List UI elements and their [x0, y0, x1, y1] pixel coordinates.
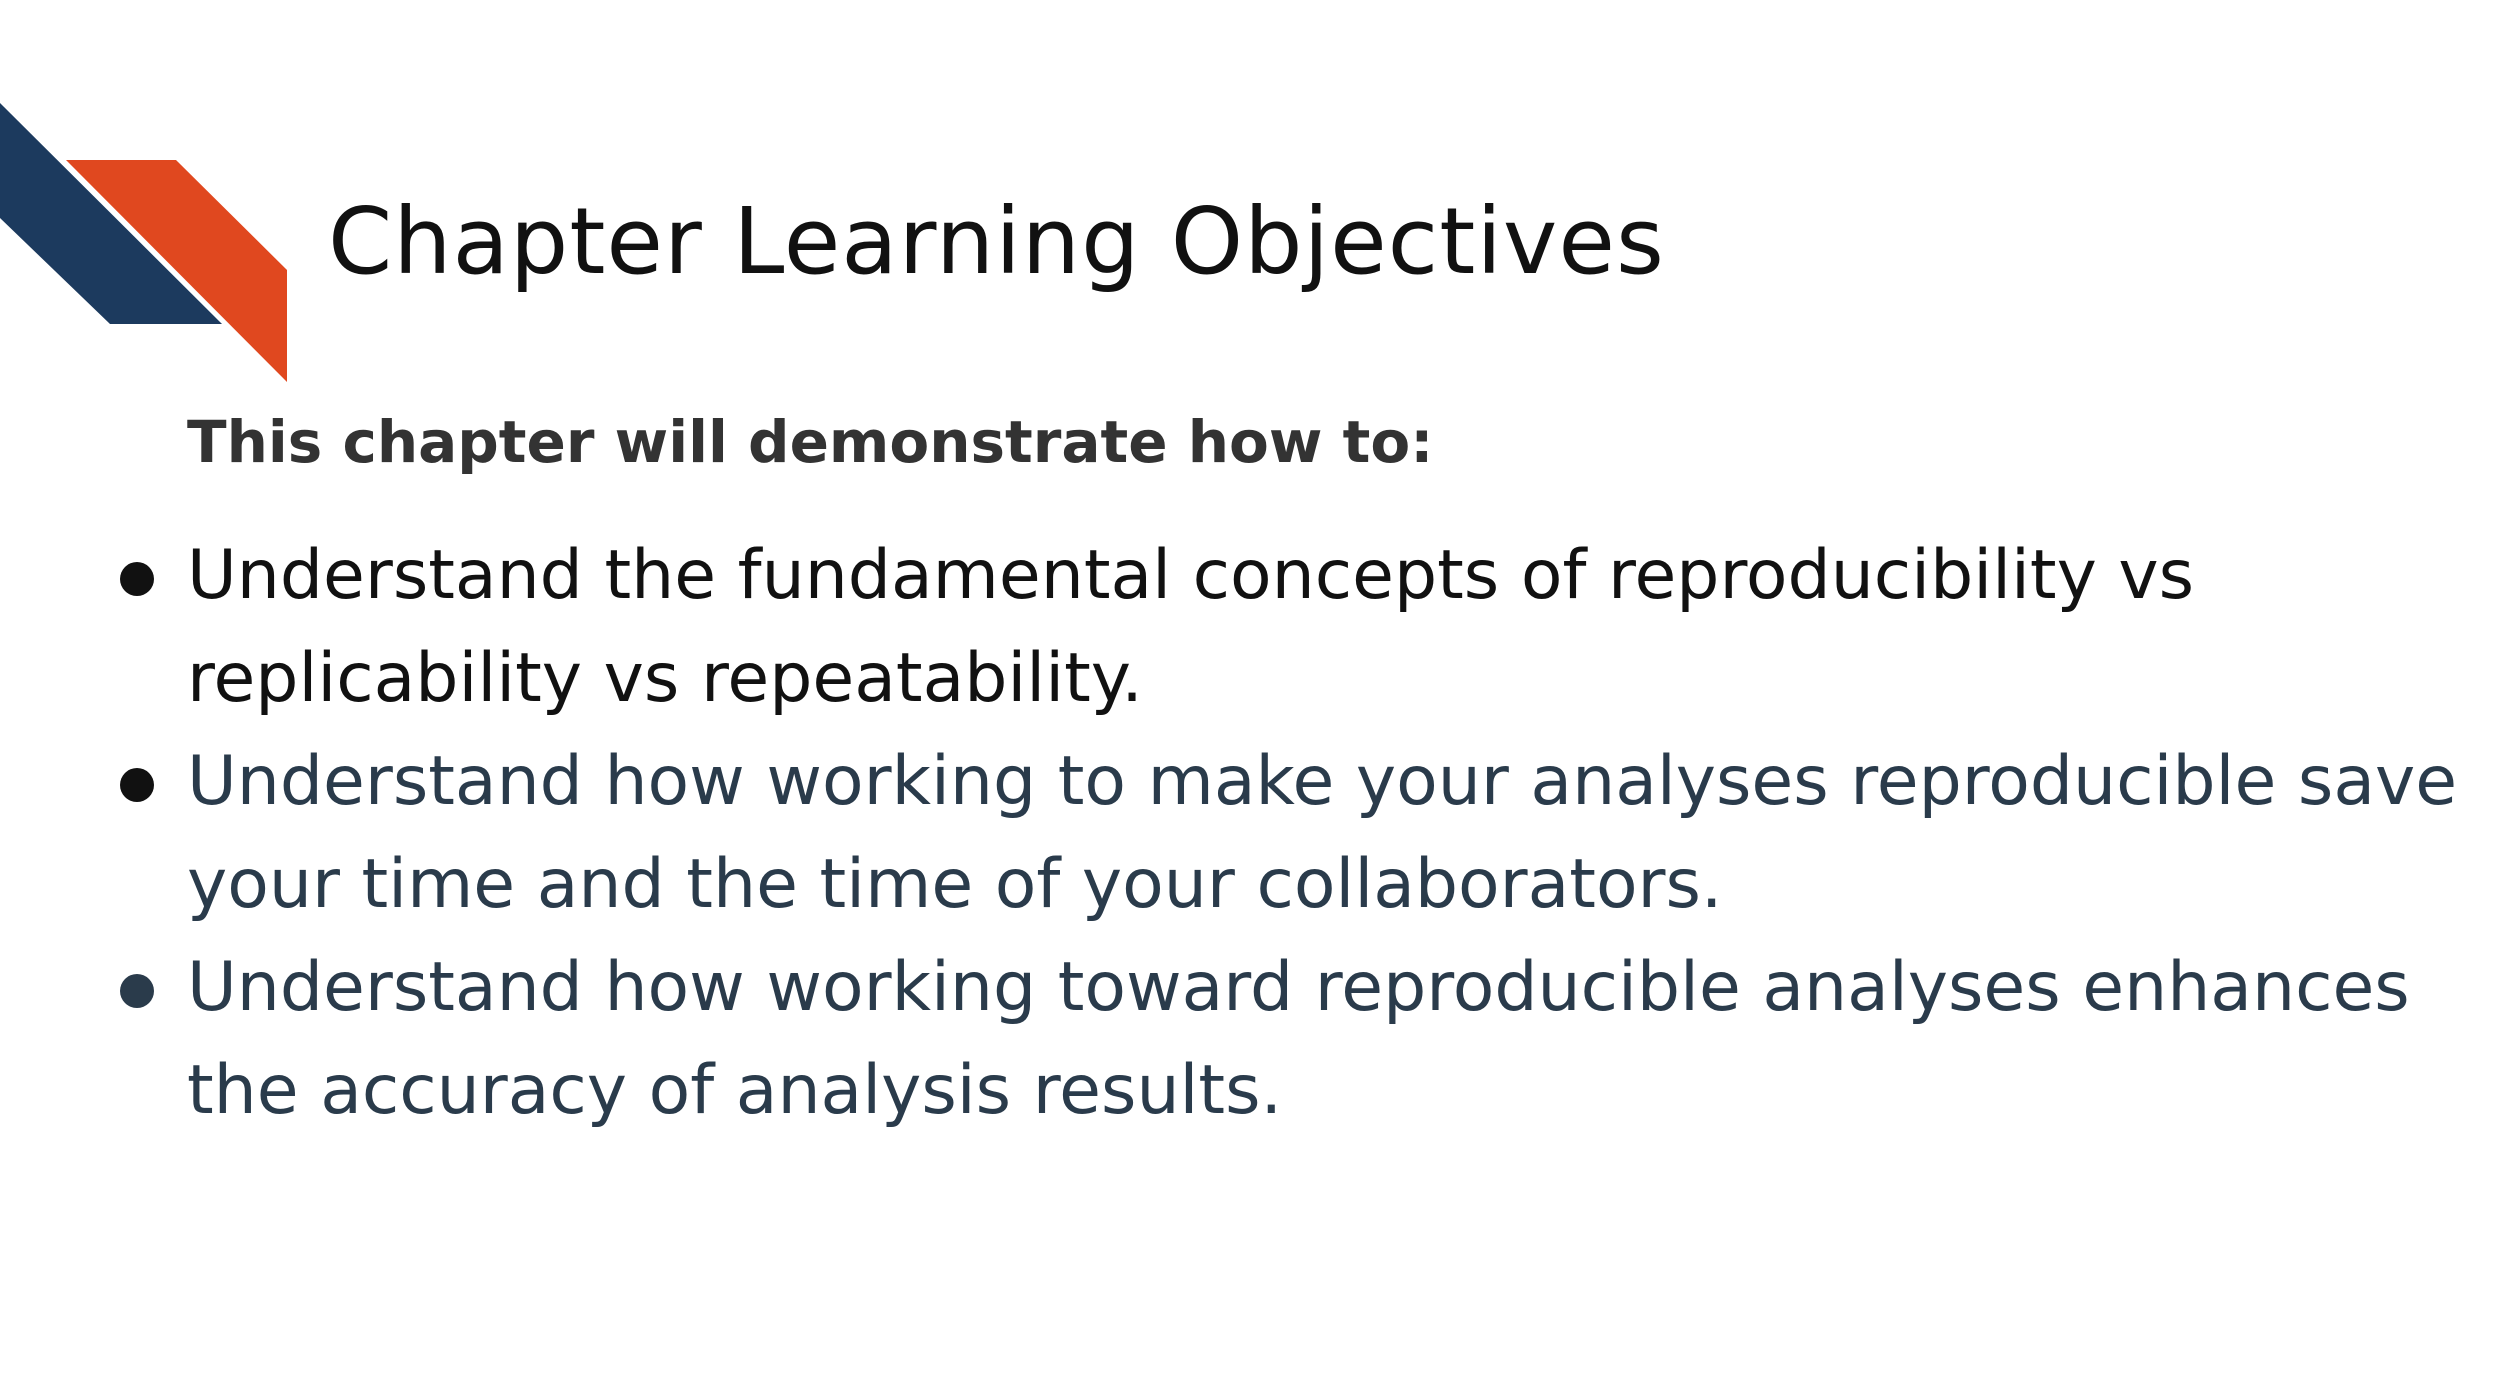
objective-item: Understand the fundamental concepts of r… [120, 524, 2467, 730]
intro-text: This chapter will demonstrate how to: [187, 408, 1434, 476]
objectives-list: Understand the fundamental concepts of r… [120, 524, 2467, 1142]
bullet-icon [120, 562, 154, 596]
objective-text: Understand the fundamental concepts of r… [187, 536, 2195, 718]
objective-item: Understand how working to make your anal… [120, 730, 2467, 936]
slide: Chapter Learning Objectives This chapter… [0, 0, 2500, 1388]
objective-item: Understand how working toward reproducib… [120, 936, 2467, 1142]
slide-title: Chapter Learning Objectives [328, 188, 1665, 295]
bullet-icon [120, 768, 154, 802]
objective-text: Understand how working to make your anal… [187, 742, 2458, 924]
corner-stripes-decoration [0, 103, 287, 382]
objective-text: Understand how working toward reproducib… [187, 948, 2410, 1130]
bullet-icon [120, 974, 154, 1008]
